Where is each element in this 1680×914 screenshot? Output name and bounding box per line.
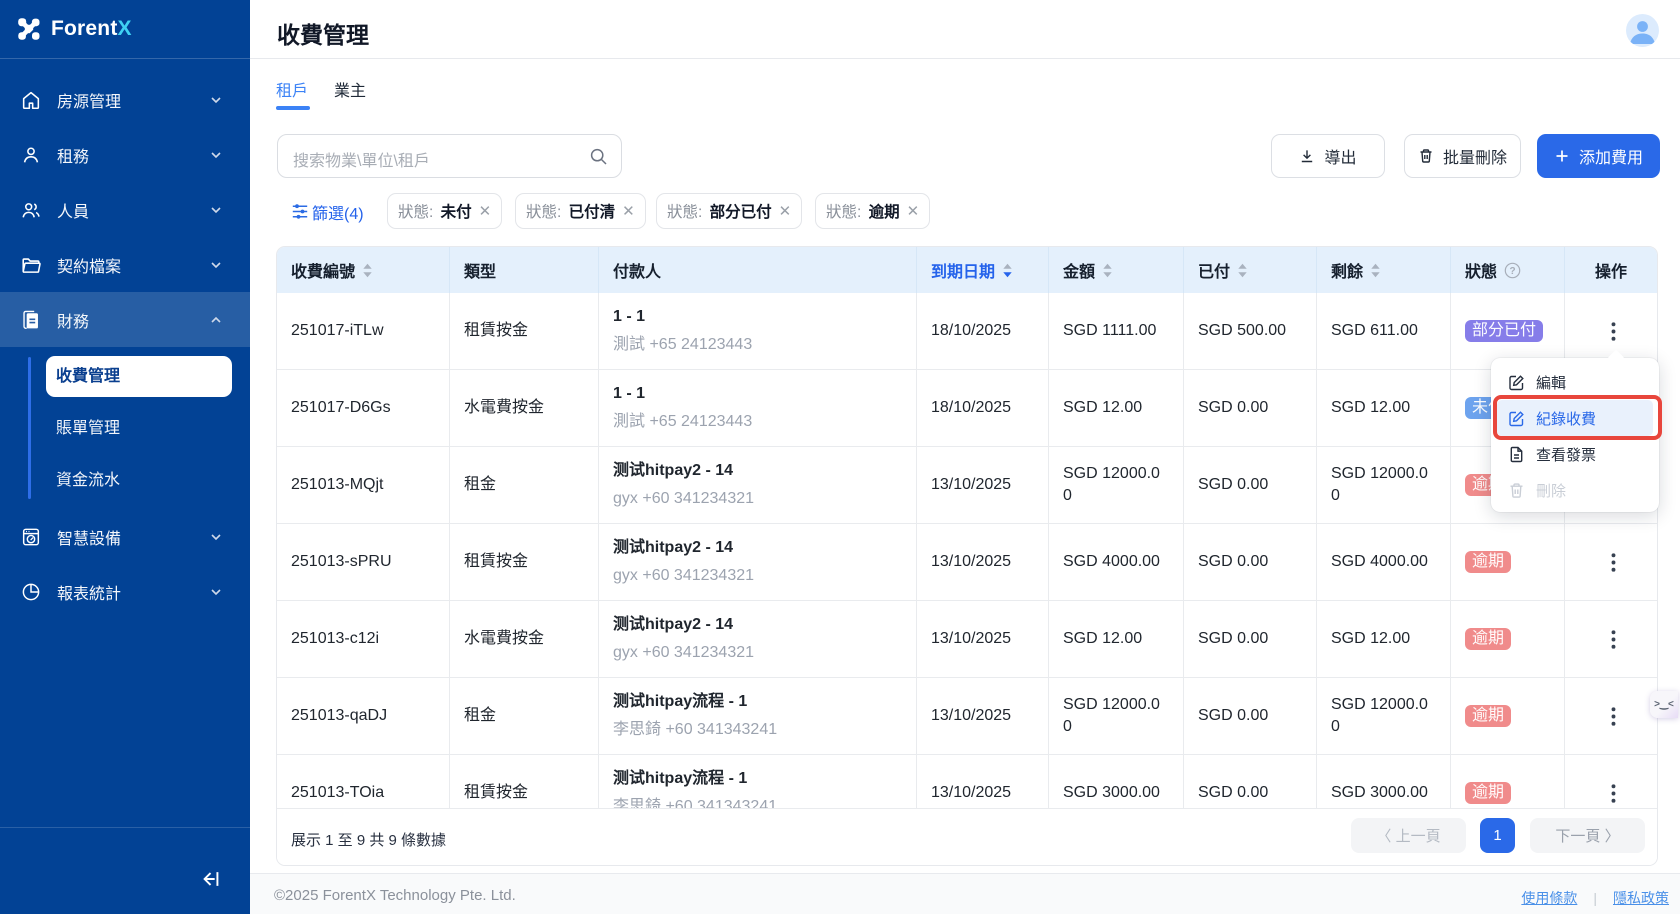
svg-text:?: ? bbox=[1509, 266, 1515, 277]
